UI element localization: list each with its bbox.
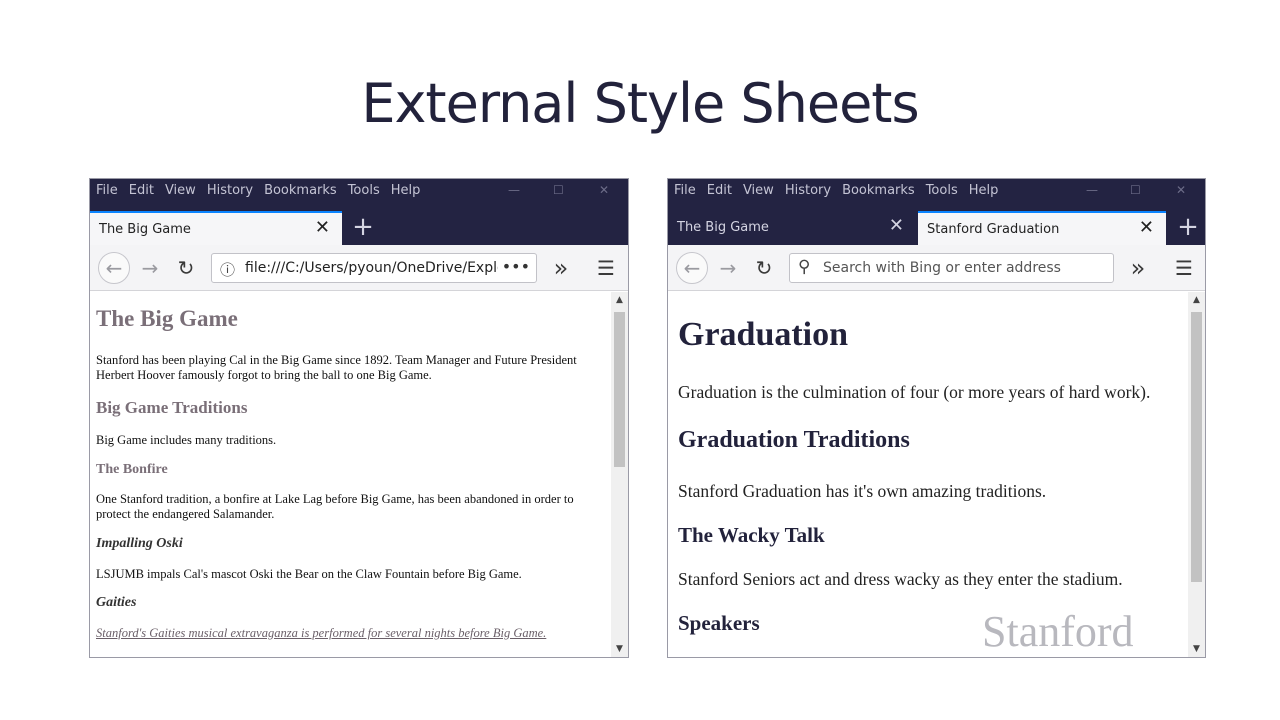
menu-history[interactable]: History bbox=[785, 183, 831, 198]
search-icon: ⚲ bbox=[798, 257, 811, 277]
heading-h4: Speakers bbox=[678, 611, 760, 635]
scrollbar-thumb[interactable] bbox=[1191, 312, 1202, 582]
menu-view[interactable]: View bbox=[165, 183, 196, 198]
heading-h5: Gaities bbox=[96, 595, 137, 610]
minimize-button[interactable]: — bbox=[1086, 183, 1098, 197]
maximize-button[interactable]: ☐ bbox=[553, 183, 564, 197]
scroll-up-icon[interactable]: ▲ bbox=[1188, 292, 1205, 308]
tab-big-game[interactable]: The Big Game ✕ bbox=[90, 211, 342, 245]
new-tab-button[interactable]: + bbox=[1171, 211, 1205, 245]
vertical-scrollbar[interactable]: ▲ ▼ bbox=[1188, 292, 1205, 657]
browser-window-big-game: File Edit View History Bookmarks Tools H… bbox=[89, 178, 629, 658]
paragraph: Stanford Graduation has it's own amazing… bbox=[678, 481, 1047, 501]
tab-label: The Big Game bbox=[677, 220, 769, 235]
tab-close-icon[interactable]: ✕ bbox=[315, 219, 330, 237]
new-tab-button[interactable]: + bbox=[346, 211, 380, 245]
menu-bookmarks[interactable]: Bookmarks bbox=[842, 183, 915, 198]
hamburger-menu-icon[interactable]: ☰ bbox=[592, 254, 620, 282]
reload-icon[interactable]: ↻ bbox=[750, 254, 778, 282]
back-arrow-icon[interactable]: ← bbox=[98, 252, 130, 284]
navigation-toolbar: ← → ↻ ⚲ Search with Bing or enter addres… bbox=[668, 245, 1205, 291]
url-text: file:///C:/Users/pyoun/OneDrive/Explo bbox=[245, 260, 506, 276]
scroll-up-icon[interactable]: ▲ bbox=[611, 292, 628, 308]
paragraph-link[interactable]: Stanford's Gaities musical extravaganza … bbox=[96, 626, 604, 641]
menu-tools[interactable]: Tools bbox=[348, 183, 380, 198]
search-placeholder: Search with Bing or enter address bbox=[823, 260, 1061, 276]
browser-window-graduation: File Edit View History Bookmarks Tools H… bbox=[667, 178, 1206, 658]
heading-h3: The Bonfire bbox=[96, 462, 168, 477]
stanford-watermark: Stanford bbox=[982, 607, 1134, 656]
page-actions-icon[interactable]: ••• bbox=[497, 257, 530, 276]
window-close-button[interactable]: ✕ bbox=[599, 183, 609, 197]
url-bar[interactable]: ⓘ file:///C:/Users/pyoun/OneDrive/Explo … bbox=[211, 253, 537, 283]
window-close-button[interactable]: ✕ bbox=[1176, 183, 1186, 197]
overflow-menu-icon[interactable]: » bbox=[1124, 254, 1152, 282]
minimize-button[interactable]: — bbox=[508, 183, 520, 197]
tab-close-icon[interactable]: ✕ bbox=[889, 217, 904, 235]
search-input[interactable]: ⚲ Search with Bing or enter address bbox=[789, 253, 1114, 283]
menu-bookmarks[interactable]: Bookmarks bbox=[264, 183, 337, 198]
reload-icon[interactable]: ↻ bbox=[172, 254, 200, 282]
forward-arrow-icon[interactable]: → bbox=[714, 254, 742, 282]
menu-bar: File Edit View History Bookmarks Tools H… bbox=[90, 179, 628, 205]
forward-arrow-icon[interactable]: → bbox=[136, 254, 164, 282]
menu-edit[interactable]: Edit bbox=[129, 183, 154, 198]
paragraph: LSJUMB impals Cal's mascot Oski the Bear… bbox=[96, 567, 522, 581]
tab-label: The Big Game bbox=[99, 222, 191, 237]
paragraph: Stanford Seniors act and dress wacky as … bbox=[678, 569, 1123, 589]
menu-edit[interactable]: Edit bbox=[707, 183, 732, 198]
paragraph: One Stanford tradition, a bonfire at Lak… bbox=[96, 492, 574, 521]
maximize-button[interactable]: ☐ bbox=[1130, 183, 1141, 197]
menu-bar: File Edit View History Bookmarks Tools H… bbox=[668, 179, 1205, 205]
menu-tools[interactable]: Tools bbox=[926, 183, 958, 198]
tab-bar: The Big Game ✕ + bbox=[90, 205, 628, 245]
slide-title: External Style Sheets bbox=[361, 72, 919, 135]
info-icon[interactable]: ⓘ bbox=[220, 259, 235, 280]
menu-file[interactable]: File bbox=[674, 183, 696, 198]
tab-stanford-graduation[interactable]: Stanford Graduation ✕ bbox=[918, 211, 1166, 245]
heading-h1: Graduation bbox=[678, 316, 849, 353]
scroll-down-icon[interactable]: ▼ bbox=[611, 641, 628, 657]
menu-history[interactable]: History bbox=[207, 183, 253, 198]
tab-close-icon[interactable]: ✕ bbox=[1139, 219, 1154, 237]
page-content: The Big Game Stanford has been playing C… bbox=[90, 292, 611, 657]
heading-h1: The Big Game bbox=[96, 306, 238, 331]
page-content: Graduation Graduation is the culmination… bbox=[668, 292, 1188, 657]
hamburger-menu-icon[interactable]: ☰ bbox=[1170, 254, 1198, 282]
menu-file[interactable]: File bbox=[96, 183, 118, 198]
navigation-toolbar: ← → ↻ ⓘ file:///C:/Users/pyoun/OneDrive/… bbox=[90, 245, 628, 291]
scroll-down-icon[interactable]: ▼ bbox=[1188, 641, 1205, 657]
heading-h2: Big Game Traditions bbox=[96, 398, 248, 417]
heading-h2: Graduation Traditions bbox=[678, 427, 910, 453]
heading-h3: The Wacky Talk bbox=[678, 523, 825, 547]
vertical-scrollbar[interactable]: ▲ ▼ bbox=[611, 292, 628, 657]
paragraph: Graduation is the culmination of four (o… bbox=[678, 382, 1151, 402]
back-arrow-icon[interactable]: ← bbox=[676, 252, 708, 284]
menu-help[interactable]: Help bbox=[969, 183, 999, 198]
heading-h4: Impalling Oski bbox=[96, 536, 183, 551]
paragraph: Stanford has been playing Cal in the Big… bbox=[96, 353, 577, 382]
paragraph: Big Game includes many traditions. bbox=[96, 433, 277, 447]
menu-help[interactable]: Help bbox=[391, 183, 421, 198]
tab-bar: The Big Game ✕ Stanford Graduation ✕ + bbox=[668, 205, 1205, 245]
menu-view[interactable]: View bbox=[743, 183, 774, 198]
scrollbar-thumb[interactable] bbox=[614, 312, 625, 467]
overflow-menu-icon[interactable]: » bbox=[547, 254, 575, 282]
tab-big-game[interactable]: The Big Game ✕ bbox=[668, 211, 916, 245]
tab-label: Stanford Graduation bbox=[927, 222, 1060, 237]
